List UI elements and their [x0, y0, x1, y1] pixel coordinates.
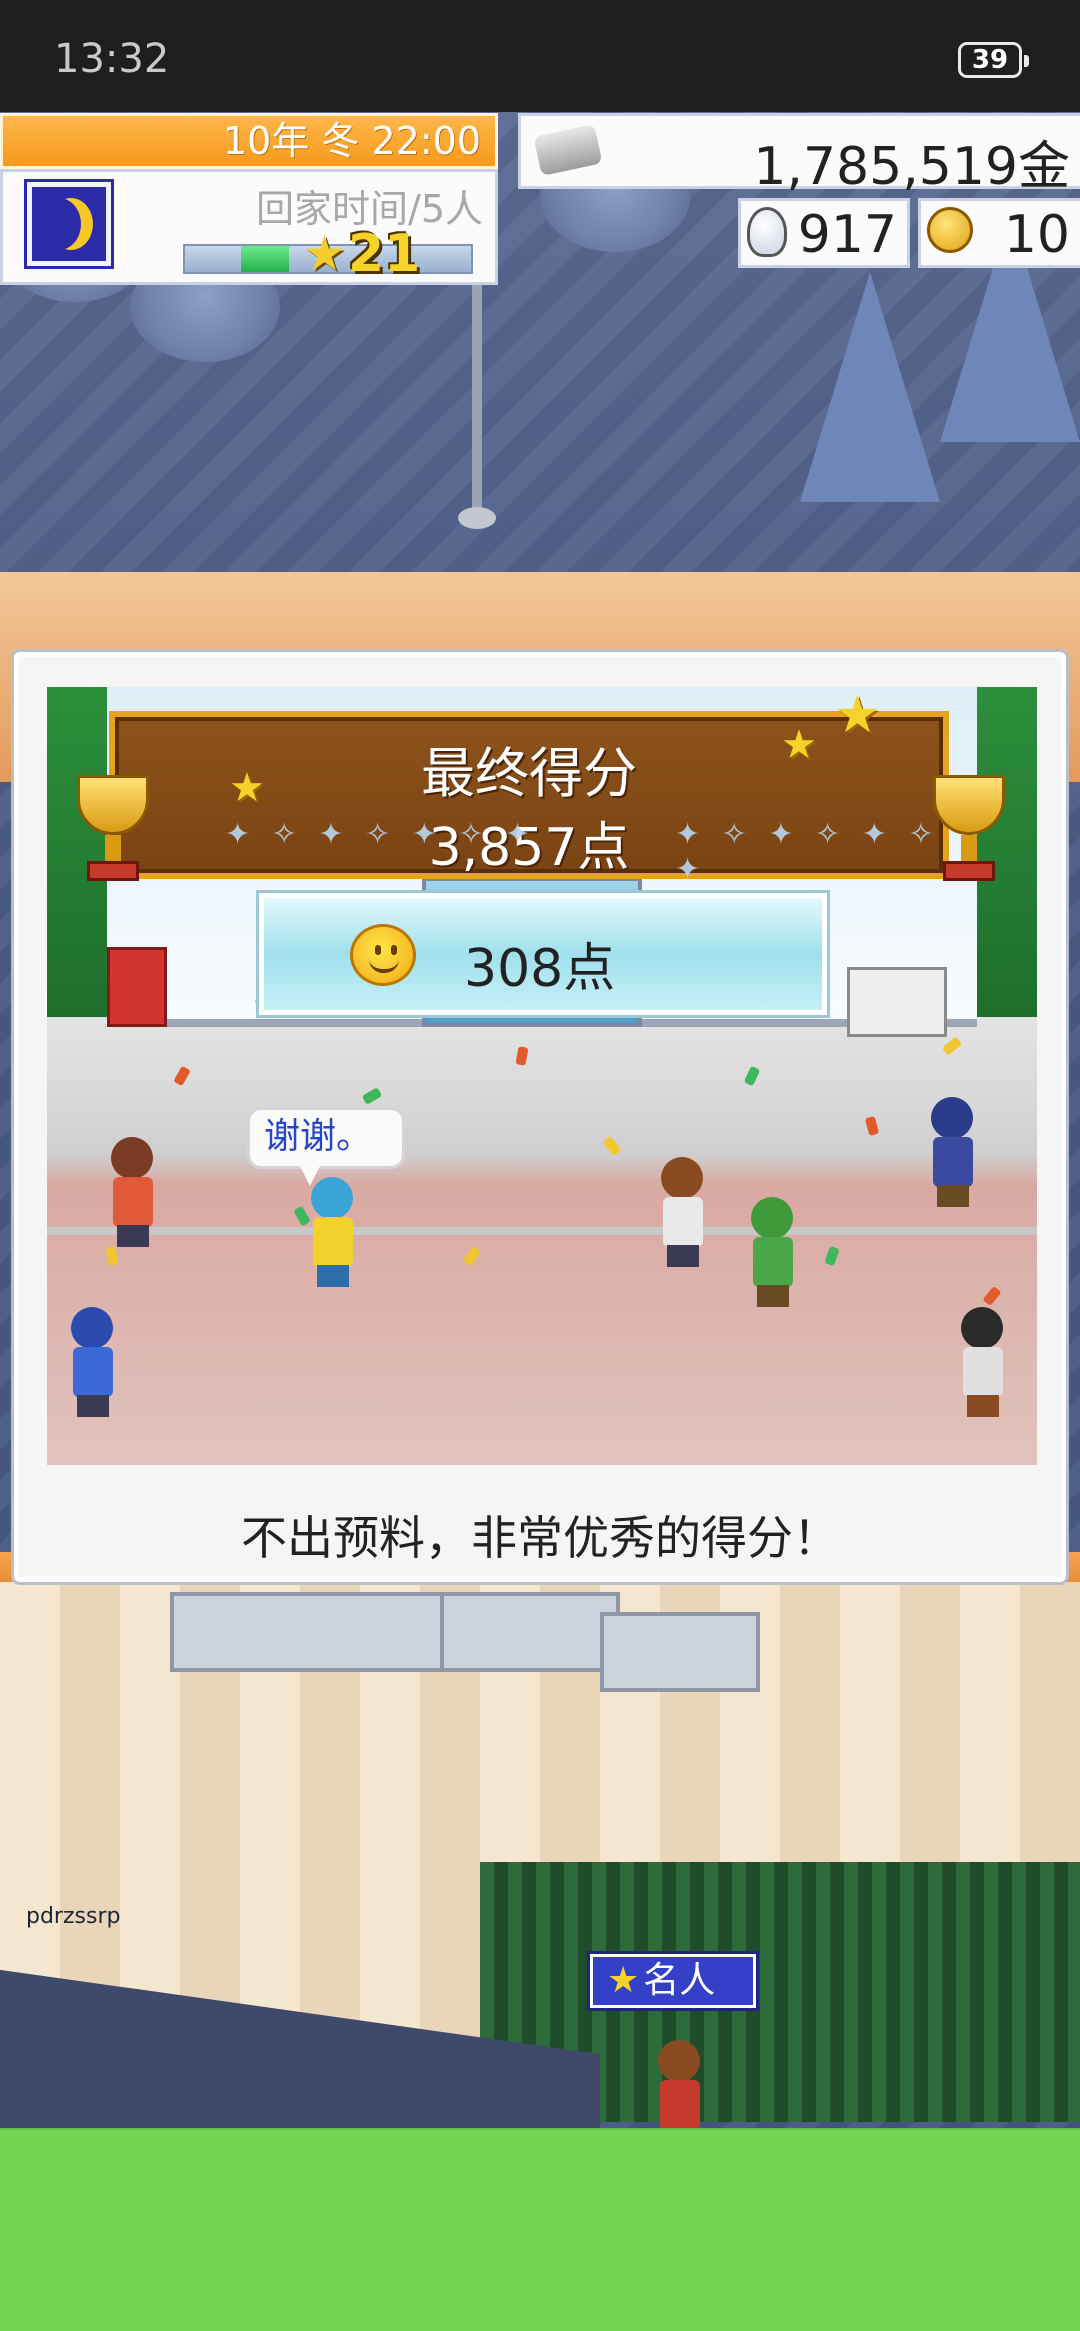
- ideas-value: 917: [797, 205, 897, 265]
- status-time: 13:32: [54, 36, 170, 82]
- sidewalk-line: [47, 1227, 1037, 1235]
- confetti: [941, 1036, 963, 1056]
- rank-progress-fill: [241, 246, 289, 272]
- medals-value: 10: [1003, 205, 1070, 265]
- star-icon: ★: [303, 226, 347, 282]
- confetti: [602, 1135, 622, 1157]
- customer-sprite: [647, 1157, 717, 1267]
- final-score-dialog[interactable]: 谢谢。 最终得分 3,857点 ✦ ✧ ✦ ✧ ✦ ✧ ✦ ✦ ✧ ✦ ✧ ✦ …: [14, 652, 1066, 1582]
- customer-sprite: [737, 1197, 807, 1307]
- confetti: [982, 1285, 1002, 1307]
- smiley-icon: [350, 924, 416, 986]
- confetti: [173, 1065, 191, 1087]
- time-panel[interactable]: 回家时间/5人 ★ 21: [0, 169, 498, 285]
- sparkle-decoration: ✦ ✧ ✦ ✧ ✦ ✧ ✦: [225, 817, 537, 852]
- satisfaction-score-value: 308点: [464, 939, 616, 999]
- satisfaction-score-panel: 308点: [259, 893, 827, 1015]
- customer-sprite: [97, 1137, 167, 1247]
- bottom-panel[interactable]: [0, 2128, 1080, 2331]
- customer-sprite: [917, 1097, 987, 1207]
- confetti: [864, 1116, 880, 1136]
- battery-icon: 39: [958, 42, 1029, 78]
- medals-panel[interactable]: 10: [918, 198, 1080, 268]
- mailbox-sprite: [107, 947, 167, 1027]
- money-panel[interactable]: 1,785,519金: [518, 113, 1080, 197]
- confetti: [743, 1065, 761, 1087]
- game-date: 10年 冬 22:00: [0, 113, 498, 169]
- customer-sprite: [57, 1307, 127, 1417]
- score-comment: 不出预料，非常优秀的得分！: [241, 1511, 839, 1565]
- confetti: [361, 1087, 383, 1105]
- confetti: [515, 1046, 529, 1066]
- customer-sprite: [297, 1177, 367, 1287]
- speech-bubble: 谢谢。: [247, 1107, 405, 1186]
- star-icon: ★: [834, 685, 881, 745]
- pine-tree-sprite: [800, 272, 940, 502]
- street-lamp-base: [458, 507, 496, 529]
- store-shelf[interactable]: [440, 1592, 620, 1672]
- rank-number: 21: [348, 224, 421, 284]
- status-bar: 13:32 39: [0, 0, 1080, 112]
- customer-sprite: [947, 1307, 1017, 1417]
- star-icon: ★: [607, 1960, 640, 2001]
- money-icon: [533, 123, 603, 177]
- celebrity-tag[interactable]: ★ 名人: [590, 1954, 756, 2008]
- star-icon: ★: [229, 765, 265, 811]
- bulb-icon: [747, 207, 787, 257]
- vending-machine-sprite: [847, 967, 947, 1037]
- money-value: 1,785,519金: [753, 137, 1070, 197]
- moon-icon: [27, 182, 111, 266]
- medal-icon: [927, 207, 973, 253]
- celebrity-sprite[interactable]: [640, 2040, 720, 2132]
- ideas-panel[interactable]: 917: [738, 198, 910, 268]
- confetti: [824, 1245, 840, 1267]
- trophy-icon: [63, 775, 163, 885]
- celebrity-tag-label: 名人: [643, 1960, 716, 2001]
- street-lamp: [472, 282, 482, 512]
- confetti: [105, 1246, 119, 1266]
- trophy-icon: [919, 775, 1019, 885]
- watermark: pdrzssrp: [26, 1904, 121, 1929]
- star-icon: ★: [781, 722, 817, 768]
- sparkle-decoration: ✦ ✧ ✦ ✧ ✦ ✧ ✦: [675, 817, 940, 887]
- confetti: [462, 1245, 482, 1267]
- store-shelf[interactable]: [600, 1612, 760, 1692]
